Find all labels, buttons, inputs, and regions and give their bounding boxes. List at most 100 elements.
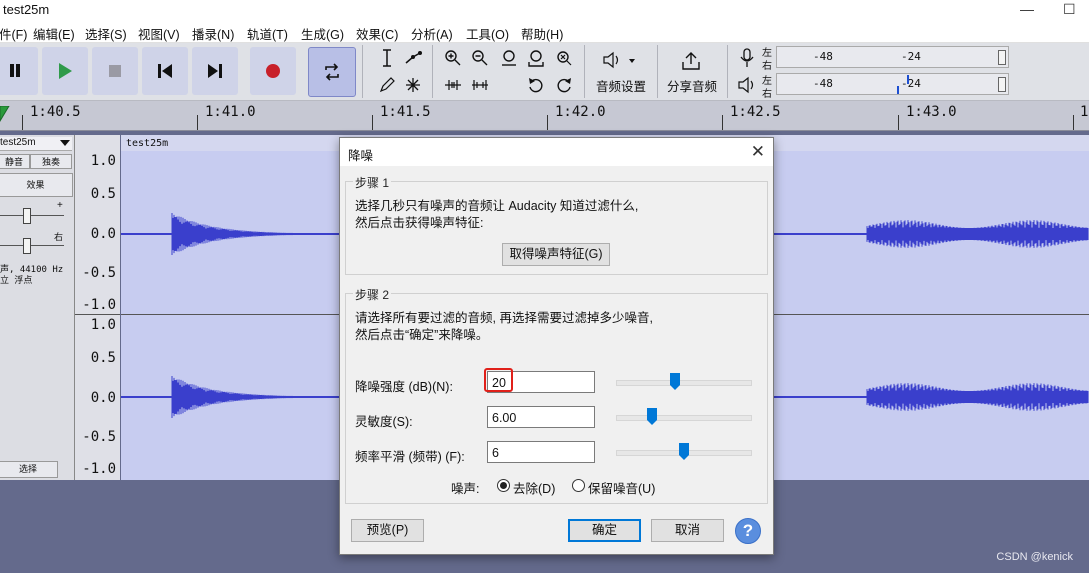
play-icon	[59, 63, 72, 79]
residue-option-label[interactable]: 保留噪音(U)	[588, 478, 655, 497]
toolbar-separator	[727, 45, 728, 98]
scale-label: 0.0	[90, 390, 116, 406]
menu-transport[interactable]: 播录(N)	[192, 24, 234, 43]
remove-noise-radio[interactable]	[497, 479, 510, 492]
solo-button[interactable]: 独奏	[30, 154, 72, 169]
timeline-tick: 1:41.5	[380, 104, 431, 120]
selection-tool-button[interactable]	[375, 47, 399, 69]
mute-button[interactable]: 静音	[0, 154, 30, 169]
share-icon	[682, 52, 700, 70]
select-button[interactable]: 选择	[0, 461, 58, 478]
menu-effect[interactable]: 效果(C)	[356, 24, 398, 43]
speaker-icon[interactable]	[737, 76, 757, 94]
audio-setup-button[interactable]: 音频设置	[592, 49, 648, 95]
audio-setup-label: 音频设置	[596, 80, 647, 94]
minimize-icon[interactable]: —	[1020, 1, 1034, 17]
stop-button[interactable]	[92, 47, 138, 95]
pan-slider[interactable]	[0, 245, 64, 246]
gain-slider[interactable]	[0, 215, 64, 216]
zoom-selection-icon	[502, 50, 516, 66]
play-head-icon[interactable]	[0, 106, 10, 122]
zoom-toggle-button[interactable]	[552, 47, 576, 69]
effects-button[interactable]: 效果	[0, 173, 73, 197]
noise-option-label: 噪声:	[451, 482, 480, 496]
fit-project-button[interactable]	[524, 47, 548, 69]
get-noise-profile-button[interactable]: 取得噪声特征(G)	[502, 243, 610, 266]
menu-edit[interactable]: 编辑(E)	[33, 24, 75, 43]
redo-icon	[557, 78, 571, 93]
menu-help[interactable]: 帮助(H)	[521, 24, 563, 43]
menu-file[interactable]: 件(F)	[0, 24, 27, 43]
scale-label: -1.0	[82, 461, 116, 477]
menu-generate[interactable]: 生成(G)	[301, 24, 344, 43]
close-icon[interactable]: ✕	[751, 142, 765, 162]
pan-slider-thumb[interactable]	[23, 238, 31, 254]
maximize-icon[interactable]: ☐	[1063, 1, 1076, 18]
remove-noise-option-label[interactable]: 去除(D)	[513, 478, 555, 497]
noise-reduction-label: 降噪强度 (dB)(N):	[355, 380, 453, 394]
record-meter[interactable]: -48 -24	[776, 46, 1009, 68]
track-control-panel: test25m 静音 独奏 效果 + 右 声, 44100 Hz 立 浮点 选择	[0, 135, 75, 480]
multi-tool-button[interactable]	[401, 74, 425, 96]
menu-analyze[interactable]: 分析(A)	[411, 24, 453, 43]
play-button[interactable]	[42, 47, 88, 95]
record-meter-handle[interactable]	[998, 50, 1006, 65]
playback-meter-mark: -24	[901, 77, 921, 90]
zoom-toggle-icon	[557, 51, 572, 66]
scale-label: 0.5	[90, 186, 116, 202]
gain-plus-label: +	[57, 200, 63, 211]
share-audio-label: 分享音频	[667, 80, 718, 94]
menu-tools[interactable]: 工具(O)	[466, 24, 509, 43]
gain-slider-thumb[interactable]	[23, 208, 31, 224]
sensitivity-input[interactable]: 6.00	[487, 406, 595, 428]
track-name-dropdown[interactable]: test25m	[0, 137, 72, 151]
redo-button[interactable]	[552, 74, 576, 96]
trim-button[interactable]	[441, 74, 465, 96]
step2-text-line2: 然后点击“确定”来降噪。	[355, 328, 489, 342]
menu-view[interactable]: 视图(V)	[138, 24, 180, 43]
playback-meter-handle[interactable]	[998, 77, 1006, 92]
undo-button[interactable]	[524, 74, 548, 96]
toolbar-separator	[657, 45, 658, 98]
record-meter-mark: -48	[813, 50, 833, 63]
skip-end-button[interactable]	[192, 47, 238, 95]
scale-label: -1.0	[82, 297, 116, 313]
step2-group: 步骤 2 请选择所有要过滤的音频, 再选择需要过滤掉多少噪音, 然后点击“确定”…	[345, 286, 768, 504]
loop-icon	[325, 63, 339, 81]
cancel-button[interactable]: 取消	[651, 519, 724, 542]
share-audio-button[interactable]: 分享音频	[664, 49, 720, 95]
playback-meter-right-label: 右	[762, 89, 772, 100]
value-highlight-box	[484, 368, 513, 392]
toolbar: 音频设置 分享音频 左 右 -48 -24 左 右 -48 -24	[0, 43, 1089, 101]
draw-tool-button[interactable]	[375, 74, 399, 96]
fit-selection-button[interactable]	[497, 47, 521, 69]
playback-meter[interactable]: -48 -24	[776, 73, 1009, 95]
record-button[interactable]	[250, 47, 296, 95]
skip-start-button[interactable]	[142, 47, 188, 95]
pause-button[interactable]	[0, 47, 38, 95]
zoom-out-button[interactable]	[468, 47, 492, 69]
sensitivity-slider[interactable]	[616, 415, 752, 421]
preview-button[interactable]: 预览(P)	[351, 519, 424, 542]
help-icon[interactable]: ?	[735, 518, 761, 544]
frequency-smoothing-slider-thumb[interactable]	[679, 443, 690, 461]
noise-reduction-slider-thumb[interactable]	[669, 373, 680, 391]
residue-radio[interactable]	[572, 479, 585, 492]
noise-reduction-slider[interactable]	[616, 380, 752, 386]
step2-label: 步骤 2	[353, 286, 392, 303]
zoom-in-button[interactable]	[441, 47, 465, 69]
menu-bar: 件(F) 编辑(E) 选择(S) 视图(V) 播录(N) 轨道(T) 生成(G)…	[0, 20, 1089, 43]
zoom-out-icon	[472, 50, 488, 66]
silence-button[interactable]	[468, 74, 492, 96]
timeline-ruler[interactable]: 1:40.5 1:41.0 1:41.5 1:42.0 1:42.5 1:43.…	[0, 101, 1089, 131]
microphone-icon[interactable]	[739, 48, 755, 68]
scale-label: -0.5	[82, 429, 116, 445]
envelope-tool-button[interactable]	[401, 47, 425, 69]
sensitivity-slider-thumb[interactable]	[647, 408, 658, 426]
menu-select[interactable]: 选择(S)	[85, 24, 127, 43]
ok-button[interactable]: 确定	[568, 519, 641, 542]
menu-tracks[interactable]: 轨道(T)	[247, 24, 288, 43]
scale-label: 1.0	[90, 317, 116, 333]
loop-button[interactable]	[308, 47, 356, 97]
frequency-smoothing-input[interactable]: 6	[487, 441, 595, 463]
